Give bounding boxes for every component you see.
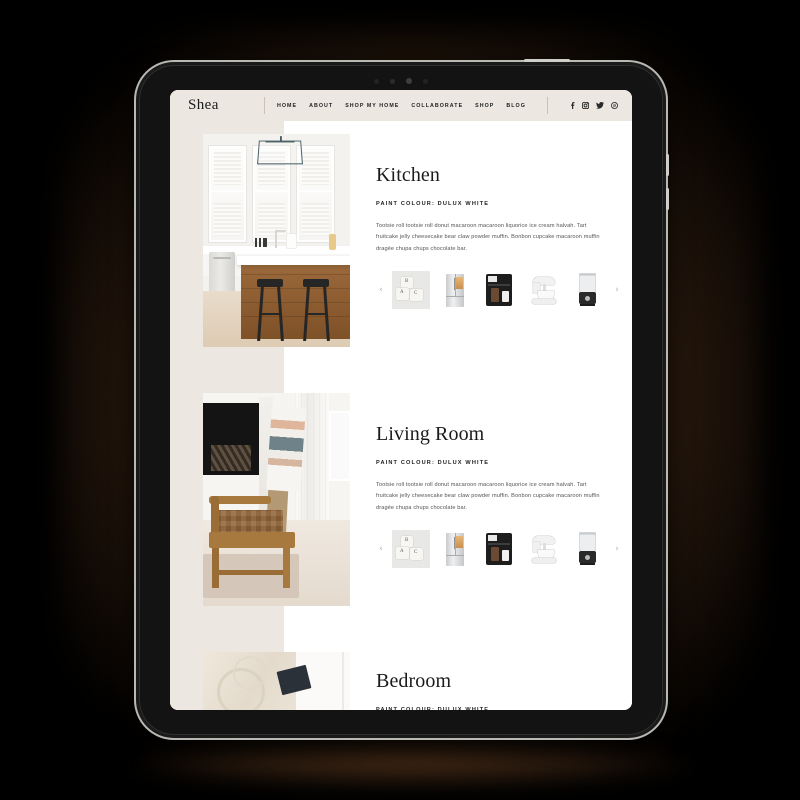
- carousel-next-icon[interactable]: ›: [612, 285, 622, 295]
- throw-blanket: [266, 405, 306, 493]
- kitchen-text-block: Kitchen PAINT COLOUR: DULUX WHITE Tootsi…: [350, 134, 619, 310]
- pendant-light: [257, 140, 303, 165]
- bedroom-photo: [203, 652, 350, 710]
- paint-colour-label: PAINT COLOUR: DULUX WHITE: [376, 201, 490, 207]
- twitter-icon[interactable]: [596, 102, 604, 109]
- section-title: Kitchen: [376, 164, 441, 186]
- nav-divider: [264, 97, 265, 114]
- volume-up-button[interactable]: [666, 154, 669, 176]
- product-thumb-stand-mixer[interactable]: [524, 530, 562, 569]
- tablet-screen: Shea HOME ABOUT SHOP MY HOME COLLABORATE…: [170, 90, 632, 710]
- pinterest-icon[interactable]: [611, 102, 618, 109]
- section-description: Tootsie roll tootsie roll donut macaroon…: [376, 482, 600, 511]
- tablet-device: Shea HOME ABOUT SHOP MY HOME COLLABORATE…: [136, 59, 669, 738]
- nav-item-shop[interactable]: SHOP: [475, 103, 494, 109]
- product-thumb-monogram-mugs[interactable]: BAC: [392, 530, 430, 569]
- living-room-text-block: Living Room PAINT COLOUR: DULUX WHITE To…: [350, 393, 619, 569]
- sensor-dot: [390, 78, 395, 84]
- product-carousel: ‹ BAC ›: [376, 271, 619, 310]
- site-header: Shea HOME ABOUT SHOP MY HOME COLLABORATE…: [170, 90, 632, 121]
- camera-icon: [406, 78, 412, 84]
- product-list: BAC: [392, 271, 606, 310]
- social-links: [570, 102, 618, 109]
- section-description: Tootsie roll tootsie roll donut macaroon…: [376, 223, 600, 252]
- device-shadow: [130, 745, 690, 785]
- product-thumb-monogram-mugs[interactable]: BAC: [392, 271, 430, 310]
- nav-item-blog[interactable]: BLOG: [506, 103, 526, 109]
- room-section-living-room: Living Room PAINT COLOUR: DULUX WHITE To…: [170, 347, 632, 606]
- product-thumb-blender[interactable]: [568, 530, 606, 569]
- camera-array: [136, 76, 666, 86]
- paint-colour-label: PAINT COLOUR: DULUX WHITE: [376, 707, 490, 710]
- nav-item-home[interactable]: HOME: [277, 103, 297, 109]
- product-thumb-stand-mixer[interactable]: [524, 271, 562, 310]
- product-carousel: ‹ BAC ›: [376, 530, 619, 569]
- carousel-next-icon[interactable]: ›: [612, 544, 622, 554]
- product-thumb-refrigerator[interactable]: [436, 271, 474, 310]
- facebook-icon[interactable]: [570, 102, 575, 109]
- product-thumb-blender[interactable]: [568, 271, 606, 310]
- nav-item-collaborate[interactable]: COLLABORATE: [411, 103, 463, 109]
- sensor-dot: [423, 78, 428, 84]
- bar-stool: [303, 279, 329, 341]
- page-content: Kitchen PAINT COLOUR: DULUX WHITE Tootsi…: [170, 121, 632, 710]
- living-room-photo: [203, 393, 350, 606]
- product-thumb-coffee-maker[interactable]: [480, 271, 518, 310]
- product-thumb-coffee-maker[interactable]: [480, 530, 518, 569]
- room-section-kitchen: Kitchen PAINT COLOUR: DULUX WHITE Tootsi…: [170, 121, 632, 347]
- volume-down-button[interactable]: [666, 188, 669, 210]
- section-title: Bedroom: [376, 670, 452, 692]
- main-navigation: HOME ABOUT SHOP MY HOME COLLABORATE SHOP…: [277, 103, 526, 109]
- header-right: [547, 97, 632, 114]
- kitchen-photo: [203, 134, 350, 347]
- nav-item-about[interactable]: ABOUT: [309, 103, 333, 109]
- nav-item-shop-my-home[interactable]: SHOP MY HOME: [345, 103, 399, 109]
- bar-stool: [257, 279, 283, 341]
- site-logo[interactable]: Shea: [188, 97, 264, 114]
- nav-divider: [547, 97, 548, 114]
- section-title: Living Room: [376, 423, 485, 445]
- product-list: BAC: [392, 530, 606, 569]
- bedroom-text-block: Bedroom PAINT COLOUR: DULUX WHITE: [350, 652, 600, 710]
- carousel-prev-icon[interactable]: ‹: [376, 285, 386, 295]
- wooden-chair: [209, 470, 321, 592]
- room-section-bedroom: Bedroom PAINT COLOUR: DULUX WHITE: [170, 606, 632, 710]
- paint-colour-label: PAINT COLOUR: DULUX WHITE: [376, 460, 490, 466]
- carousel-prev-icon[interactable]: ‹: [376, 544, 386, 554]
- product-thumb-refrigerator[interactable]: [436, 530, 474, 569]
- scene: Shea HOME ABOUT SHOP MY HOME COLLABORATE…: [0, 0, 800, 800]
- sensor-dot: [374, 78, 379, 84]
- instagram-icon[interactable]: [582, 102, 589, 109]
- power-button[interactable]: [524, 59, 570, 62]
